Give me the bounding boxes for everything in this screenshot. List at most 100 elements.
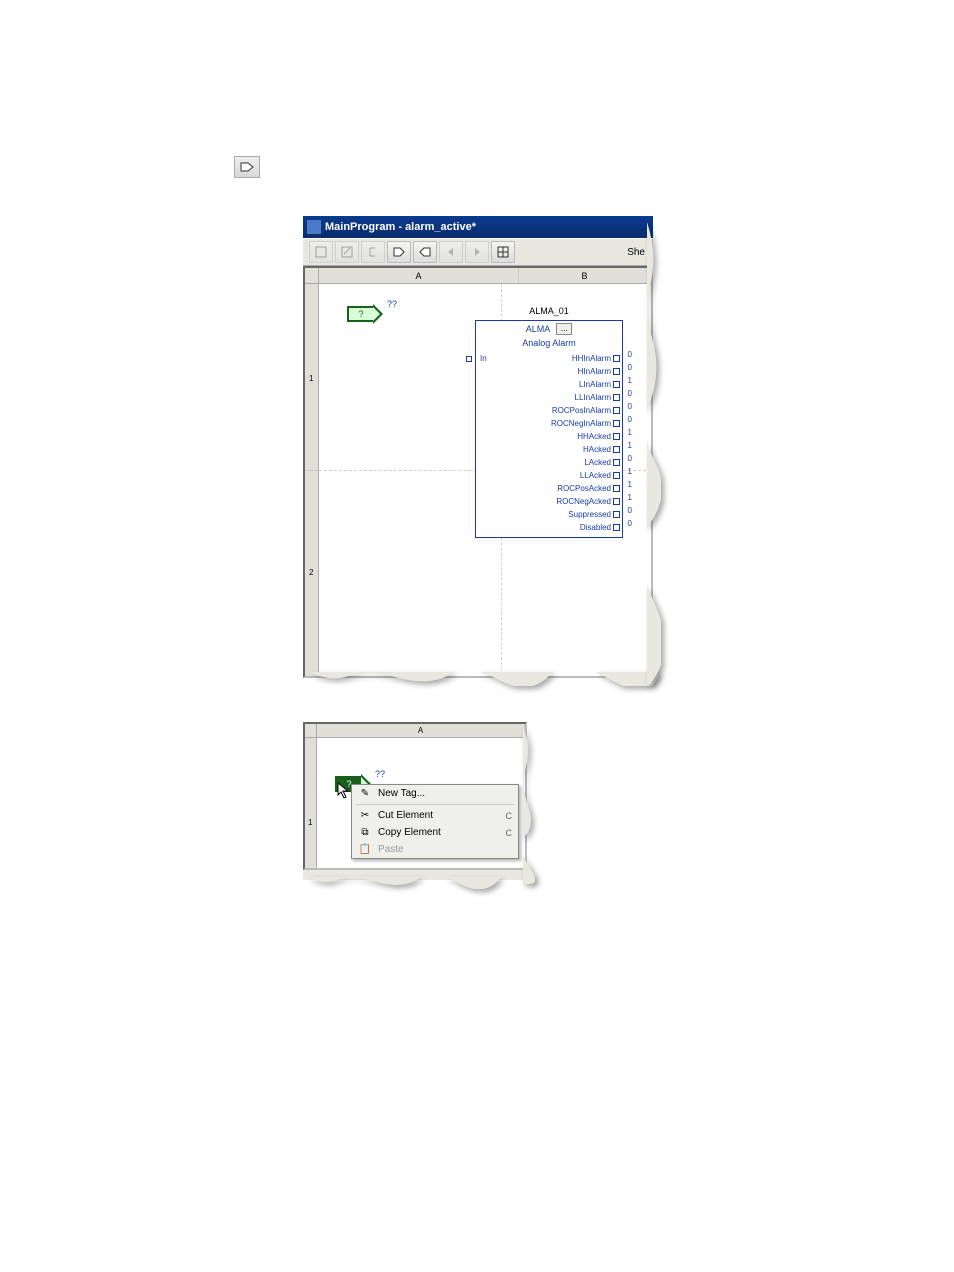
- ctx-separator: [356, 804, 514, 805]
- tb-grid[interactable]: [491, 241, 515, 263]
- cut-icon: ✂: [358, 810, 372, 821]
- row-num-2: 2: [309, 568, 313, 577]
- toolbar: She: [303, 238, 653, 266]
- torn-edge-right: [523, 726, 535, 886]
- tb-btn-oref[interactable]: [413, 241, 437, 263]
- input-reference-element[interactable]: ? ??: [347, 304, 397, 324]
- title-text: MainProgram - alarm_active*: [325, 221, 476, 233]
- copy-icon: ⧉: [358, 827, 372, 838]
- out-label: HAcked: [583, 443, 611, 456]
- alma-block[interactable]: ALMA ... Analog Alarm In HHInAlarm 0 HIn…: [475, 320, 623, 538]
- out-pin[interactable]: [613, 511, 620, 518]
- fbd-canvas[interactable]: A B 1 2 ? ?? ALMA_01 ALMA ...: [303, 266, 653, 678]
- block-type-name: ALMA: [526, 324, 551, 334]
- out-label: ROCPosInAlarm: [552, 404, 611, 417]
- fbd-canvas-2[interactable]: A 1 ? ?? ✎ New Tag... ✂: [303, 722, 527, 870]
- ctx-shortcut: C: [506, 811, 513, 821]
- editor-window-1: MainProgram - alarm_active* She A B 1 2: [303, 216, 653, 678]
- toolbar-right-text: She: [627, 247, 647, 258]
- out-val: 0: [628, 517, 632, 530]
- tb-prev[interactable]: [439, 241, 463, 263]
- tb-btn-iref[interactable]: [387, 241, 411, 263]
- out-val: 1: [628, 374, 632, 387]
- cursor-icon: [337, 782, 351, 805]
- out-pin[interactable]: [613, 420, 620, 427]
- out-label: LAcked: [584, 456, 611, 469]
- in-label: In: [480, 352, 487, 365]
- out-pin[interactable]: [613, 446, 620, 453]
- out-label: LLInAlarm: [575, 391, 611, 404]
- ctx-shortcut: C: [506, 828, 513, 838]
- out-val: 0: [628, 361, 632, 374]
- torn-edge-right: [647, 222, 661, 684]
- block-row-6: HHAcked1: [476, 430, 622, 443]
- block-row-8: LAcked0: [476, 456, 622, 469]
- block-row-7: HAcked1: [476, 443, 622, 456]
- out-pin[interactable]: [613, 381, 620, 388]
- block-row-3: LLInAlarm0: [476, 391, 622, 404]
- iref-q: ?: [358, 309, 363, 319]
- out-pin[interactable]: [613, 368, 620, 375]
- tb-btn-2[interactable]: [335, 241, 359, 263]
- out-pin[interactable]: [613, 459, 620, 466]
- tb-next[interactable]: [465, 241, 489, 263]
- out-val: 1: [628, 465, 632, 478]
- out-label: Suppressed: [568, 508, 611, 521]
- out-val: 1: [628, 478, 632, 491]
- block-row-5: ROCNegInAlarm0: [476, 417, 622, 430]
- iref-unbound-marker: ??: [375, 769, 385, 779]
- tb-btn-1[interactable]: [309, 241, 333, 263]
- ctx-new-tag[interactable]: ✎ New Tag...: [352, 785, 518, 802]
- out-val: 0: [628, 452, 632, 465]
- block-row-in: In HHInAlarm 0: [476, 352, 622, 365]
- out-pin[interactable]: [613, 472, 620, 479]
- out-val: 1: [628, 439, 632, 452]
- paste-icon: 📋: [358, 844, 372, 855]
- iref-toolbar-button[interactable]: [234, 156, 260, 178]
- titlebar: MainProgram - alarm_active*: [303, 216, 653, 238]
- block-subtitle: Analog Alarm: [476, 337, 622, 352]
- corner-cell: [305, 268, 319, 283]
- ctx-cut[interactable]: ✂ Cut Element C: [352, 807, 518, 824]
- block-row-4: ROCPosInAlarm0: [476, 404, 622, 417]
- out-label: LLAcked: [580, 469, 611, 482]
- block-row-2: LInAlarm1: [476, 378, 622, 391]
- out-pin[interactable]: [613, 433, 620, 440]
- corner-cell: [305, 724, 317, 737]
- out-pin[interactable]: [613, 394, 620, 401]
- torn-edge-bottom: [309, 672, 659, 686]
- block-row-1: HInAlarm0: [476, 365, 622, 378]
- out-val: 0: [628, 348, 632, 361]
- out-val: 0: [628, 413, 632, 426]
- out-val: 1: [628, 426, 632, 439]
- out-val: 0: [628, 387, 632, 400]
- out-val: 0: [628, 400, 632, 413]
- torn-edge-bottom: [307, 876, 533, 888]
- context-menu: ✎ New Tag... ✂ Cut Element C ⧉ Copy Elem…: [351, 784, 519, 859]
- out-pin[interactable]: [613, 485, 620, 492]
- ctx-copy[interactable]: ⧉ Copy Element C: [352, 824, 518, 841]
- row-header-band: 1 2: [305, 284, 319, 678]
- iref-unbound-marker: ??: [387, 299, 397, 309]
- new-tag-icon: ✎: [358, 788, 372, 799]
- block-row-13: Disabled0: [476, 521, 622, 537]
- editor-window-2: A 1 ? ?? ✎ New Tag... ✂: [303, 722, 527, 880]
- out-pin[interactable]: [613, 407, 620, 414]
- block-row-9: LLAcked1: [476, 469, 622, 482]
- row-num-1: 1: [308, 818, 312, 827]
- app-icon: [307, 220, 321, 234]
- out-pin[interactable]: [613, 355, 620, 362]
- block-row-10: ROCPosAcked1: [476, 482, 622, 495]
- out-label: HInAlarm: [578, 365, 611, 378]
- col-header-a: A: [317, 724, 525, 737]
- out-val: 1: [628, 491, 632, 504]
- block-row-11: ROCNegAcked1: [476, 495, 622, 508]
- tb-btn-3[interactable]: [361, 241, 385, 263]
- in-pin[interactable]: [466, 356, 472, 362]
- out-pin[interactable]: [613, 524, 620, 531]
- ctx-paste: 📋 Paste: [352, 841, 518, 858]
- ctx-label: Copy Element: [378, 827, 441, 838]
- out-pin[interactable]: [613, 498, 620, 505]
- out-label: ROCNegInAlarm: [551, 417, 611, 430]
- block-properties-button[interactable]: ...: [556, 323, 572, 335]
